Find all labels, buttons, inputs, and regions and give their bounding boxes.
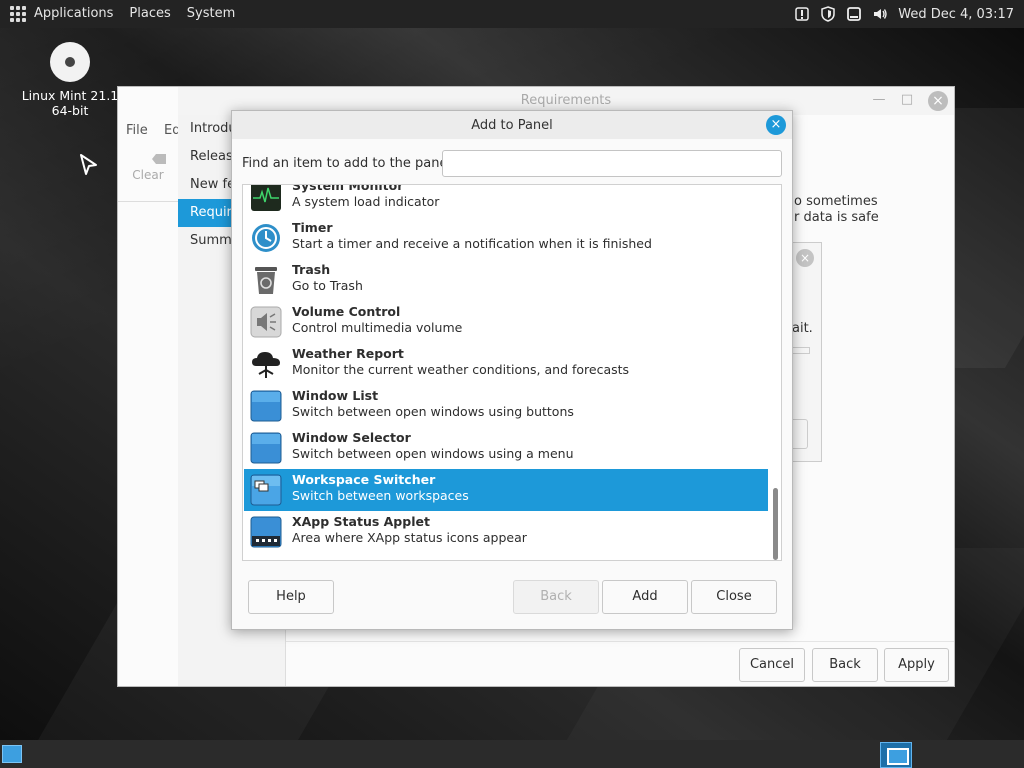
back-button[interactable]: Back: [812, 648, 878, 682]
workspace-switcher-icon: [250, 474, 282, 506]
background-dialog: × ait.: [792, 242, 822, 462]
item-name: Timer: [292, 220, 333, 235]
system-tray: Wed Dec 4, 03:17: [794, 0, 1024, 28]
show-desktop-icon[interactable]: [2, 745, 22, 763]
clear-button[interactable]: Clear: [128, 153, 168, 182]
cancel-button[interactable]: Cancel: [739, 648, 805, 682]
update-manager-icon[interactable]: [794, 6, 810, 22]
list-item[interactable]: Timer Start a timer and receive a notifi…: [244, 217, 768, 259]
divider: [286, 641, 954, 642]
window-icon[interactable]: [846, 6, 862, 22]
item-description: A system load indicator: [292, 194, 440, 209]
system-monitor-icon: [251, 185, 281, 211]
close-icon[interactable]: ×: [928, 91, 948, 111]
list-item[interactable]: Volume Control Control multimedia volume: [244, 301, 768, 343]
clear-label: Clear: [132, 168, 164, 182]
back-button[interactable]: Back: [513, 580, 599, 614]
titlebar[interactable]: Add to Panel ×: [232, 111, 792, 139]
dialog-title: Add to Panel: [471, 118, 553, 133]
list-item[interactable]: Weather Report Monitor the current weath…: [244, 343, 768, 385]
item-description: Area where XApp status icons appear: [292, 530, 527, 545]
requirements-text: o sometimes r data is safe: [794, 194, 879, 226]
menu-system[interactable]: System: [179, 0, 243, 28]
backspace-icon: [150, 153, 168, 168]
desktop-icon-label: Linux Mint 21.1: [21, 88, 119, 103]
list-item[interactable]: XApp Status Applet Area where XApp statu…: [244, 511, 768, 553]
dialog-text: ait.: [792, 321, 813, 336]
item-name: Window Selector: [292, 430, 411, 445]
close-icon[interactable]: ×: [796, 249, 814, 267]
xapp-status-icon: [250, 516, 282, 548]
item-description: Go to Trash: [292, 278, 363, 293]
desktop-icon-install[interactable]: Linux Mint 21.1 64-bit: [18, 42, 122, 118]
desktop-icon-sublabel: 64-bit: [51, 103, 89, 118]
menu-places[interactable]: Places: [121, 0, 178, 28]
divider: [118, 201, 178, 202]
search-label: Find an item to add to the panel:: [242, 156, 456, 171]
minimize-icon[interactable]: —: [870, 91, 888, 109]
volume-icon[interactable]: [872, 6, 888, 22]
item-name: XApp Status Applet: [292, 514, 430, 529]
item-name: Window List: [292, 388, 379, 403]
menu-file[interactable]: File: [126, 123, 148, 138]
applet-list[interactable]: System Monitor A system load indicator T…: [242, 184, 782, 561]
search-input[interactable]: [442, 150, 782, 177]
shield-icon[interactable]: [820, 6, 836, 22]
list-item[interactable]: Trash Go to Trash: [244, 259, 768, 301]
item-description: Switch between open windows using button…: [292, 404, 574, 419]
volume-icon: [250, 306, 282, 338]
requirements-line: o sometimes: [794, 194, 878, 209]
item-name: Workspace Switcher: [292, 472, 436, 487]
item-name: Trash: [292, 262, 331, 277]
applications-grid-icon[interactable]: [10, 6, 26, 22]
requirements-line: r data is safe: [794, 210, 879, 225]
item-name: System Monitor: [292, 184, 404, 193]
list-item-selected[interactable]: Workspace Switcher Switch between worksp…: [244, 469, 768, 511]
help-button[interactable]: Help: [248, 580, 334, 614]
item-name: Weather Report: [292, 346, 404, 361]
window-list-icon: [250, 390, 282, 422]
clock[interactable]: Wed Dec 4, 03:17: [898, 7, 1014, 22]
window-selector-icon: [250, 432, 282, 464]
add-to-panel-dialog: Add to Panel × Find an item to add to th…: [231, 110, 793, 630]
item-name: Volume Control: [292, 304, 401, 319]
trash-icon: [255, 267, 277, 294]
scrollbar-thumb[interactable]: [773, 488, 778, 560]
add-button[interactable]: Add: [602, 580, 688, 614]
list-item[interactable]: System Monitor A system load indicator: [244, 184, 768, 217]
workspace-icon[interactable]: [880, 742, 912, 768]
item-description: Switch between open windows using a menu: [292, 446, 574, 461]
item-description: Switch between workspaces: [292, 488, 469, 503]
window-title: Requirements: [520, 93, 612, 108]
top-panel: Applications Places System Wed Dec 4, 03…: [0, 0, 1024, 28]
bottom-panel: [0, 740, 1024, 768]
disc-icon: [50, 42, 90, 82]
progress-bar: [792, 347, 810, 354]
dialog-button[interactable]: [792, 419, 808, 449]
item-description: Monitor the current weather conditions, …: [292, 362, 630, 377]
close-button[interactable]: Close: [691, 580, 777, 614]
close-icon[interactable]: ×: [766, 115, 786, 135]
item-description: Control multimedia volume: [292, 320, 463, 335]
item-description: Start a timer and receive a notification…: [292, 236, 652, 251]
timer-icon: [252, 224, 280, 252]
menu-applications[interactable]: Applications: [26, 0, 121, 28]
maximize-icon[interactable]: □: [898, 91, 916, 109]
apply-button[interactable]: Apply: [884, 648, 949, 682]
list-item[interactable]: Window List Switch between open windows …: [244, 385, 768, 427]
list-item[interactable]: Window Selector Switch between open wind…: [244, 427, 768, 469]
weather-icon: [252, 352, 280, 378]
mouse-cursor-icon: [78, 152, 100, 182]
